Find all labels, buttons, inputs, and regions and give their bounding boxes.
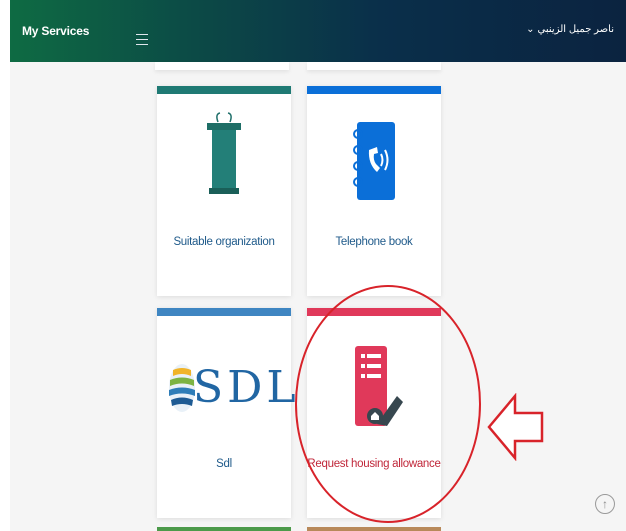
hamburger-menu-icon[interactable] [136,34,148,45]
service-label: Telephone book [335,236,413,248]
card-accent-bar [157,527,291,531]
service-card-suitable-organization[interactable]: Suitable organization [157,86,291,296]
card-accent-bar [157,308,291,316]
highlight-circle [295,285,481,523]
card-accent-bar [307,86,441,94]
annotation-arrow-icon [487,393,544,461]
service-label: Sdl [216,458,232,470]
sdl-logo: SDL [167,358,296,418]
scroll-to-top-button[interactable]: ↑ [595,494,615,514]
card-accent-bar [307,527,441,531]
card-bottom-edge [307,62,441,70]
user-menu[interactable]: ⌄ ناصر جميل الزينبي [526,24,614,35]
service-label: Suitable organization [173,236,275,248]
card-accent-bar [157,86,291,94]
app-title: My Services [22,24,90,38]
phone-book-icon [353,122,395,200]
top-navigation-bar: My Services ⌄ ناصر جميل الزينبي [10,0,626,62]
service-card-sdl[interactable]: SDL Sdl [157,308,296,518]
service-card-telephone-book[interactable]: Telephone book [307,86,441,296]
card-bottom-edge [155,62,289,70]
user-name: ناصر جميل الزينبي [537,24,614,35]
chevron-down-icon: ⌄ [526,24,535,35]
podium-icon [207,112,241,194]
sdl-logo-text: SDL [193,362,300,413]
